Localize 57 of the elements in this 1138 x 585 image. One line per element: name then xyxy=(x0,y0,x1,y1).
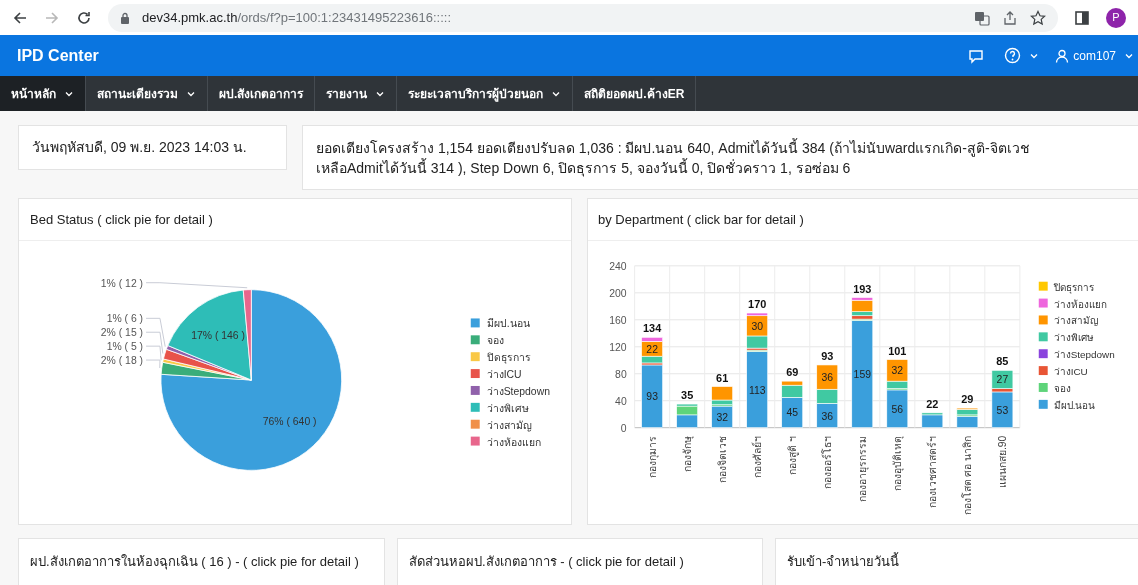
category-label: กองออร์โธฯ xyxy=(822,435,834,489)
segment-label: 30 xyxy=(751,320,763,332)
category-label: กองจิตเวช xyxy=(717,435,729,483)
stack-total: 35 xyxy=(681,389,694,402)
stack-total: 69 xyxy=(786,366,799,379)
axis-tick-label: 0 xyxy=(620,422,627,434)
segment-label: 32 xyxy=(891,365,904,377)
stack-total: 93 xyxy=(821,350,834,362)
stack-total: 22 xyxy=(926,397,939,410)
slice-label: 1% ( 5 ) xyxy=(106,341,144,353)
stack-total: 193 xyxy=(853,282,872,295)
stack-total: 134 xyxy=(643,322,662,335)
axis-tick-label: 160 xyxy=(609,314,627,326)
slice-label: 1% ( 6 ) xyxy=(106,313,144,325)
segment-label: 113 xyxy=(748,384,766,396)
segment-label: 159 xyxy=(853,369,871,381)
stack-total: 61 xyxy=(716,371,729,384)
category-label: แผนกสย.90 xyxy=(997,435,1009,489)
axis-tick-label: 240 xyxy=(609,260,627,272)
card-title: สัดส่วนหอผป.สังเกตอาการ - ( click pie for detail ) xyxy=(409,554,684,569)
category-label: กองกุมาร xyxy=(647,435,659,478)
slice-label: 2% ( 15 ) xyxy=(100,327,144,339)
category-label: กองเวชศาสตร์ฯ xyxy=(927,435,939,508)
segment-label: 36 xyxy=(821,372,834,384)
segment-label: 93 xyxy=(646,391,658,403)
card-title: Bed Status ( click pie for detail ) xyxy=(30,210,213,229)
card-title: รับเข้า-จำหน่ายวันนี้ xyxy=(787,554,900,569)
slice-label: 17% ( 146 ) xyxy=(191,329,245,341)
stack-total: 101 xyxy=(888,344,907,357)
segment-label: 53 xyxy=(996,404,1009,416)
category-label: กองจักษุ xyxy=(682,435,694,472)
card-title: by Department ( click bar for detail ) xyxy=(598,210,804,229)
axis-tick-label: 80 xyxy=(615,368,627,380)
segment-label: 22 xyxy=(646,343,658,355)
slice-label: 2% ( 18 ) xyxy=(100,355,144,366)
category-label: กองศัลย์ฯ xyxy=(752,435,764,478)
slice-label: 1% ( 12 ) xyxy=(100,277,144,289)
date-text: วันพฤหัสบดี, 09 พ.ย. 2023 14:03 น. xyxy=(32,138,247,157)
url-text: dev34.pmk.ac.th/ords/f?p=100:1:23431495223616::::: xyxy=(142,8,451,27)
segment-label: 27 xyxy=(996,374,1009,386)
stack-total: 29 xyxy=(961,393,974,406)
category-label: กองสูติ ฯ xyxy=(787,435,799,475)
segment-label: 56 xyxy=(891,403,904,415)
category-label: กองอุบัติเหตุ xyxy=(892,435,904,491)
category-label: กองโสต ศอ นาสิก xyxy=(962,435,974,516)
stack-total: 85 xyxy=(996,355,1009,368)
card-title: ผป.สังเกตอาการในห้องฉุกเฉิน ( 16 ) - ( click pie for detail ) xyxy=(30,554,359,569)
slice-label: 76% ( 640 ) xyxy=(262,415,317,427)
axis-tick-label: 120 xyxy=(609,341,627,353)
segment-label: 32 xyxy=(716,411,728,423)
axis-tick-label: 200 xyxy=(609,287,627,299)
stack-total: 170 xyxy=(748,298,767,311)
axis-tick-label: 40 xyxy=(615,395,627,407)
category-label: กองอายุรกรรม xyxy=(857,435,869,502)
segment-label: 45 xyxy=(786,407,798,419)
segment-label: 36 xyxy=(821,410,834,422)
summary-text: ยอดเตียงโครงสร้าง 1,154 ยอดเตียงปรับลด 1,036 : มีผป.นอน 640, Admitได้วันนี้ 384 (ถ้าไม่นับwardแรกเกิด-สูติ-จิตเวช เหลือAdmitได้วันนี้ 314 ), Step Down 6, ปิดธุรการ 5, จองวันนี้ 0, ปิดชั่วคราว 1, รอซ่อม 6 xyxy=(316,137,1031,178)
